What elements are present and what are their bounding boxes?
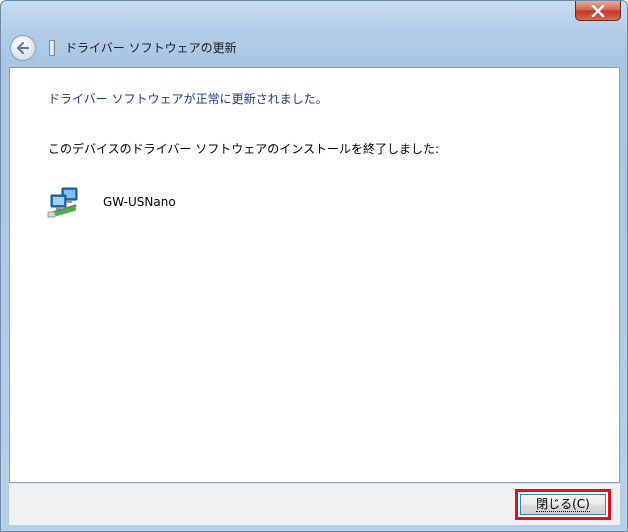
close-icon bbox=[591, 4, 605, 17]
back-arrow-icon bbox=[16, 41, 30, 55]
back-button[interactable] bbox=[10, 35, 36, 61]
dialog-window: ドライバー ソフトウェアの更新 ドライバー ソフトウェアが正常に更新されました。… bbox=[0, 0, 628, 532]
finish-message: このデバイスのドライバー ソフトウェアのインストールを終了しました: bbox=[48, 142, 440, 156]
dialog-header: ドライバー ソフトウェアの更新 bbox=[1, 29, 627, 67]
dialog-footer: 閉じる(C) bbox=[9, 483, 620, 525]
title-bar[interactable] bbox=[1, 1, 627, 31]
success-message: ドライバー ソフトウェアが正常に更新されました。 bbox=[48, 92, 328, 106]
device-name: GW-USNano bbox=[103, 195, 176, 209]
close-button[interactable]: 閉じる(C) bbox=[515, 489, 611, 520]
device-icon bbox=[49, 40, 55, 56]
network-adapter-icon bbox=[47, 187, 78, 218]
content-panel: ドライバー ソフトウェアが正常に更新されました。 このデバイスのドライバー ソフ… bbox=[9, 67, 620, 483]
close-button-label: 閉じる(C) bbox=[536, 496, 590, 512]
dialog-title: ドライバー ソフトウェアの更新 bbox=[65, 41, 237, 55]
window-close-button[interactable] bbox=[575, 1, 621, 21]
close-button-face[interactable]: 閉じる(C) bbox=[520, 494, 606, 515]
